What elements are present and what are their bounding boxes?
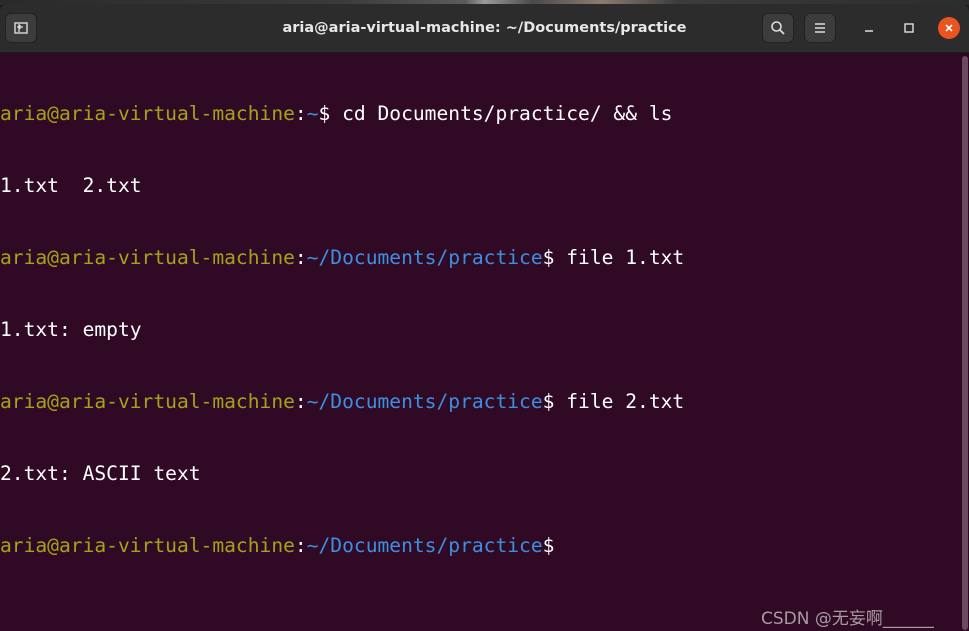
command-text: file 1.txt <box>554 246 685 269</box>
prompt-separator: : <box>294 246 307 269</box>
prompt-line: aria@aria-virtual-machine:~$ cd Document… <box>0 102 959 126</box>
prompt-symbol: $ <box>542 390 555 413</box>
minimize-icon <box>865 30 873 32</box>
maximize-icon <box>904 23 914 33</box>
search-button[interactable] <box>762 13 794 43</box>
menu-button[interactable] <box>804 13 836 43</box>
title-bar[interactable]: aria@aria-virtual-machine: ~/Documents/p… <box>0 4 969 53</box>
prompt-separator: : <box>294 390 307 413</box>
prompt-line: aria@aria-virtual-machine:~/Documents/pr… <box>0 390 959 414</box>
hamburger-menu-icon <box>815 23 825 33</box>
prompt-symbol: $ <box>542 246 555 269</box>
prompt-separator: : <box>294 102 307 125</box>
prompt-path: ~/Documents/practice <box>306 534 543 557</box>
search-icon <box>771 21 785 35</box>
output-line: 2.txt: ASCII text <box>0 462 201 485</box>
close-button[interactable] <box>938 17 960 39</box>
watermark: CSDN @无妄啊______ <box>761 609 934 629</box>
prompt-user-host: aria@aria-virtual-machine <box>0 534 295 557</box>
prompt-user-host: aria@aria-virtual-machine <box>0 102 295 125</box>
terminal-output[interactable]: aria@aria-virtual-machine:~$ cd Document… <box>0 53 959 631</box>
prompt-separator: : <box>294 534 307 557</box>
output-line: 1.txt: empty <box>0 318 142 341</box>
prompt-symbol: $ <box>542 534 555 557</box>
prompt-path: ~ <box>306 102 319 125</box>
prompt-line: aria@aria-virtual-machine:~/Documents/pr… <box>0 534 959 558</box>
scrollbar-thumb[interactable] <box>962 56 968 630</box>
prompt-user-host: aria@aria-virtual-machine <box>0 390 295 413</box>
output-line: 1.txt 2.txt <box>0 174 142 197</box>
command-text: file 2.txt <box>554 390 685 413</box>
prompt-line: aria@aria-virtual-machine:~/Documents/pr… <box>0 246 959 270</box>
prompt-user-host: aria@aria-virtual-machine <box>0 246 295 269</box>
prompt-path: ~/Documents/practice <box>306 246 543 269</box>
prompt-symbol: $ <box>318 102 331 125</box>
maximize-button[interactable] <box>899 18 919 38</box>
close-icon <box>945 24 953 32</box>
prompt-path: ~/Documents/practice <box>306 390 543 413</box>
minimize-button[interactable] <box>859 18 879 38</box>
command-text: cd Documents/practice/ && ls <box>330 102 673 125</box>
terminal-window: aria@aria-virtual-machine: ~/Documents/p… <box>0 4 969 631</box>
